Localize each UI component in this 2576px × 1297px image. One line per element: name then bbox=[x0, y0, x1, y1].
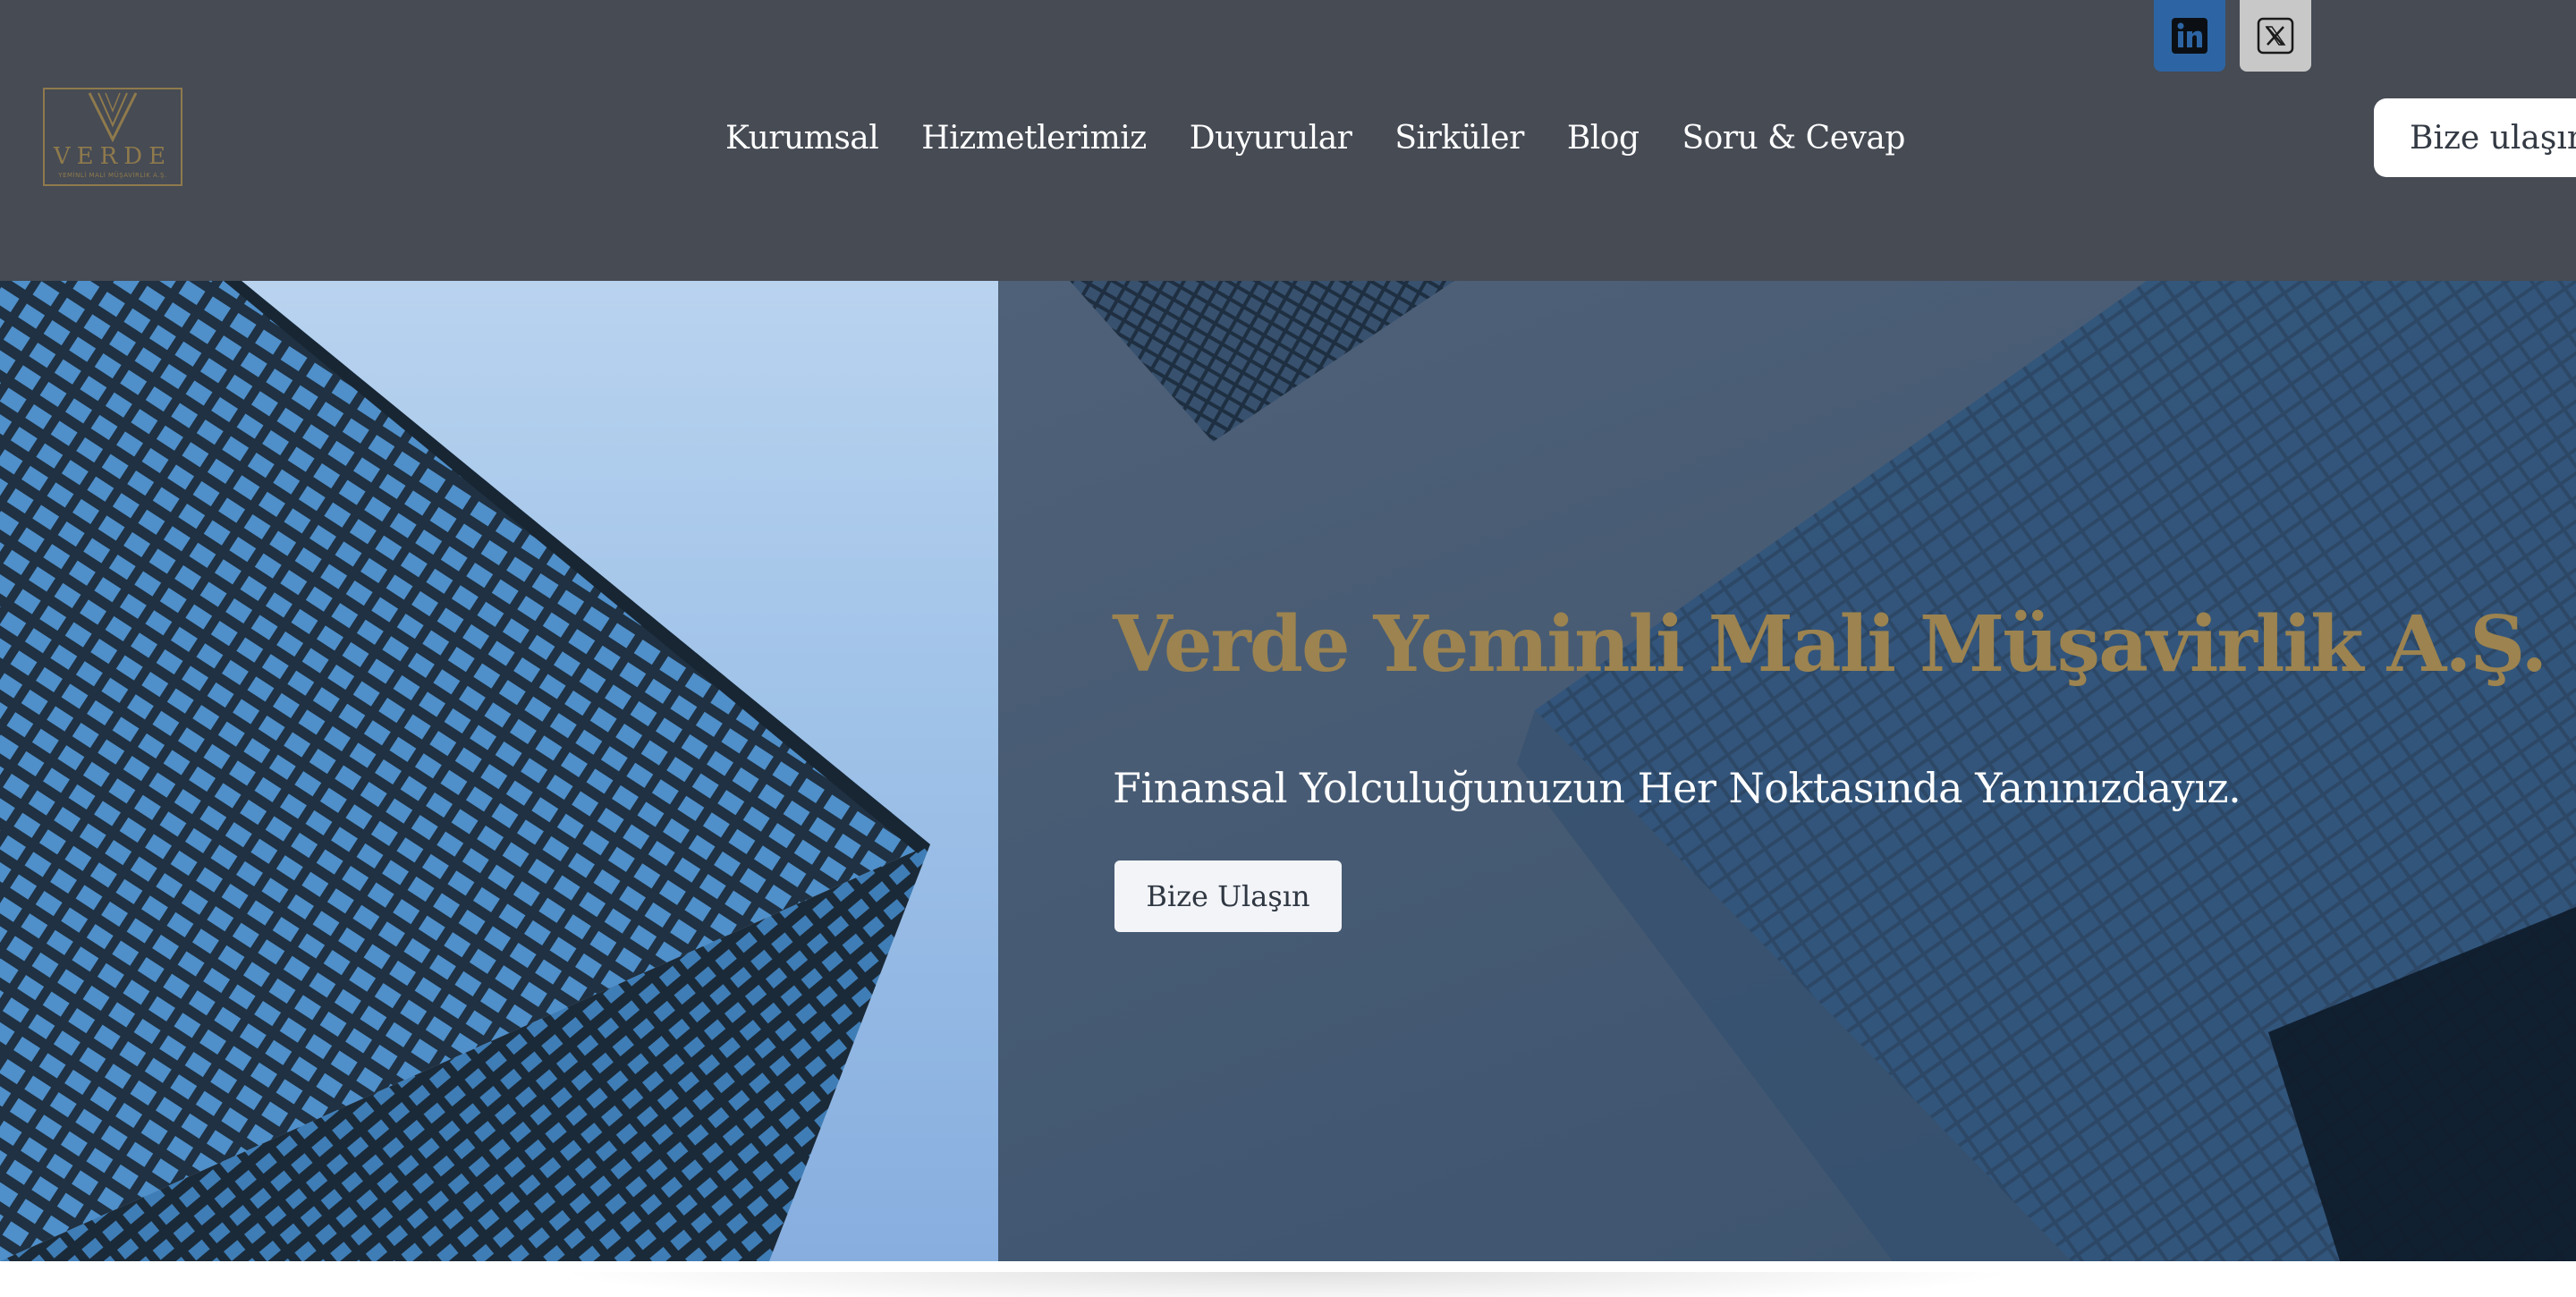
hero-building-image-left bbox=[0, 281, 998, 1261]
main-navigation: Kurumsal Hizmetlerimiz Duyurular Sirküle… bbox=[725, 113, 1905, 163]
site-header: VERDE YEMİNLİ MALİ MÜŞAVİRLİK A.Ş. Kurum… bbox=[0, 0, 2576, 281]
nav-item-duyurular[interactable]: Duyurular bbox=[1190, 120, 1352, 157]
linkedin-icon bbox=[2172, 18, 2207, 54]
nav-item-blog[interactable]: Blog bbox=[1567, 120, 1640, 157]
logo-tagline: YEMİNLİ MALİ MÜŞAVİRLİK A.Ş. bbox=[58, 172, 167, 179]
header-contact-button[interactable]: Bize ulaşın bbox=[2374, 98, 2576, 177]
x-twitter-icon bbox=[2257, 17, 2294, 55]
v-monogram-icon bbox=[88, 92, 138, 143]
x-twitter-link[interactable] bbox=[2240, 0, 2311, 72]
logo-wordmark: VERDE bbox=[53, 143, 173, 170]
verde-logo[interactable]: VERDE YEMİNLİ MALİ MÜŞAVİRLİK A.Ş. bbox=[43, 88, 182, 186]
hero-section: Verde Yeminli Mali Müşavirlik A.Ş. Finan… bbox=[0, 281, 2576, 1261]
nav-item-sirkuler[interactable]: Sirküler bbox=[1394, 120, 1524, 157]
nav-item-soru-cevap[interactable]: Soru & Cevap bbox=[1682, 120, 1906, 157]
card-shadow bbox=[555, 1272, 2021, 1297]
linkedin-link[interactable] bbox=[2154, 0, 2225, 72]
skyscraper-left-illustration bbox=[0, 281, 930, 1261]
nav-item-hizmetlerimiz[interactable]: Hizmetlerimiz bbox=[921, 120, 1147, 157]
hero-contact-button[interactable]: Bize Ulaşın bbox=[1114, 860, 1342, 932]
hero-title: Verde Yeminli Mali Müşavirlik A.Ş. bbox=[1113, 599, 2547, 690]
nav-item-kurumsal[interactable]: Kurumsal bbox=[725, 120, 879, 157]
hero-subtitle: Finansal Yolculuğunuzun Her Noktasında Y… bbox=[1113, 764, 2241, 812]
